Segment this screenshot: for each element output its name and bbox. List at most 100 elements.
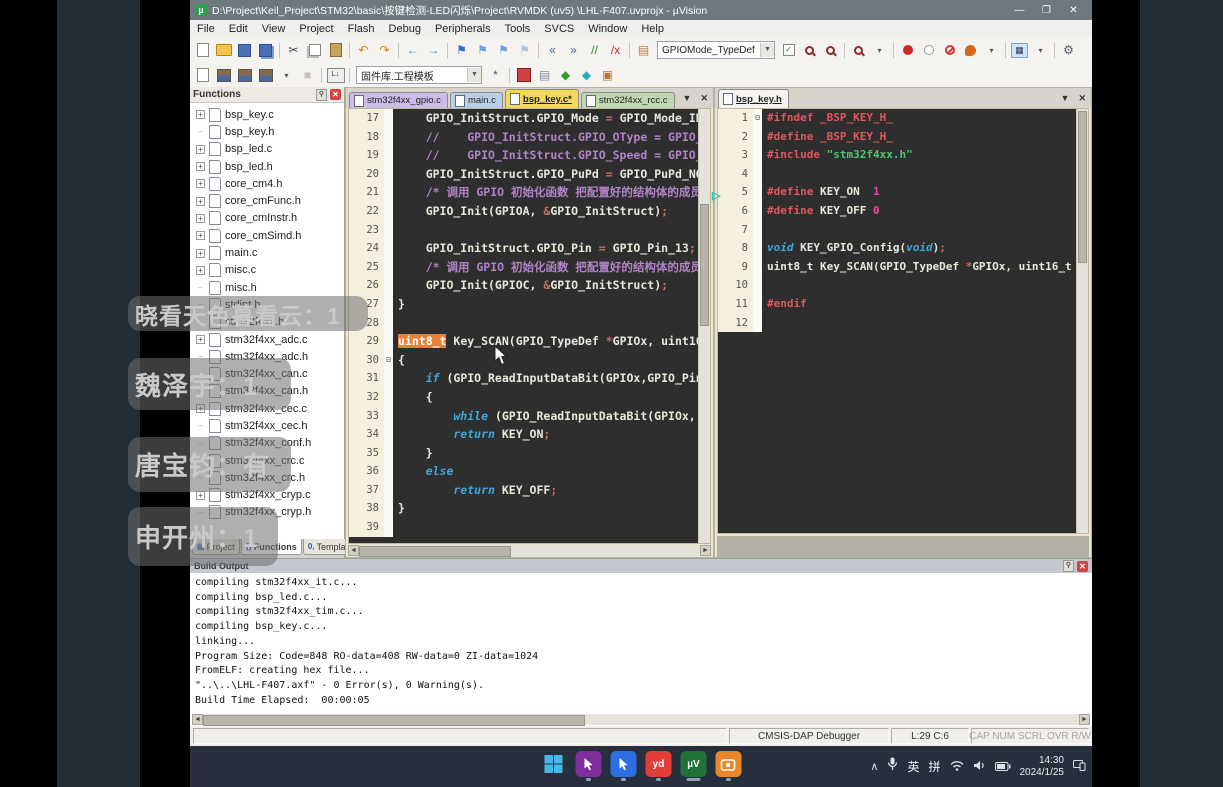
copy-icon[interactable] [305, 42, 324, 59]
breakpoint-kill-icon[interactable] [961, 42, 980, 59]
caret-icon[interactable]: ▾ [1031, 42, 1050, 59]
menu-item-window[interactable]: Window [581, 23, 634, 35]
center-code-editor[interactable]: 17 GPIO_InitStruct.GPIO_Mode = GPIO_Mode… [348, 108, 711, 544]
window-layout-icon[interactable]: ▦ [1010, 42, 1029, 59]
menu-item-debug[interactable]: Debug [382, 23, 428, 35]
close-panel-icon[interactable]: ✕ [1077, 561, 1088, 572]
scroll-left-icon[interactable]: ◄ [192, 714, 203, 725]
combo-arrow-icon[interactable]: ▼ [467, 68, 481, 82]
tree-item-core-cmFunc-h[interactable]: +core_cmFunc.h [190, 192, 344, 209]
rte-manage-icon[interactable] [514, 67, 533, 84]
title-bar[interactable]: µ D:\Project\Keil_Project\STM32\basic\按键… [190, 0, 1092, 20]
indent-left-icon[interactable]: « [543, 42, 562, 59]
editor-tab-stm32f4xx-rcc-c[interactable]: stm32f4xx_rcc.c [581, 92, 675, 108]
rte-copy-icon[interactable]: ▤ [535, 67, 554, 84]
taskbar-app-pointer-blue-icon[interactable] [611, 751, 637, 777]
scroll-right-icon[interactable]: ► [700, 545, 711, 556]
tree-item-core-cmSimd-h[interactable]: +core_cmSimd.h [190, 227, 344, 244]
menu-item-svcs[interactable]: SVCS [537, 23, 581, 35]
flag-next-icon[interactable]: ⚑ [494, 42, 513, 59]
taskbar-app-pointer-purple-icon[interactable] [576, 751, 602, 777]
tree-item-core-cmInstr-h[interactable]: +core_cmInstr.h [190, 210, 344, 227]
diamond-green-icon[interactable]: ◆ [556, 67, 575, 84]
find-in-files-icon[interactable] [800, 42, 819, 59]
translate-icon[interactable] [193, 67, 212, 84]
editor-tab-main-c[interactable]: main.c [450, 92, 503, 108]
stop-icon[interactable]: ■ [298, 67, 317, 84]
tab-menu-icon[interactable]: ▼ [683, 93, 692, 104]
uncomment-icon[interactable]: /x [606, 42, 625, 59]
battery-icon[interactable] [995, 758, 1011, 776]
menu-item-edit[interactable]: Edit [222, 23, 255, 35]
target-wand-icon[interactable]: * [486, 67, 505, 84]
taskbar-clock[interactable]: 14:302024/1/25 [1020, 755, 1065, 779]
speaker-icon[interactable] [973, 758, 986, 776]
restore-button[interactable]: ❐ [1033, 5, 1060, 16]
flag-toggle-icon[interactable]: ⚑ [452, 42, 471, 59]
editor-tab-bsp-key-h[interactable]: bsp_key.h [718, 89, 789, 108]
ime-pinyin-indicator[interactable]: 拼 [928, 758, 940, 775]
tree-item-bsp-led-h[interactable]: +bsp_led.h [190, 158, 344, 175]
chevron-up-icon[interactable]: ∧ [870, 760, 878, 773]
build-output-scrollbar[interactable]: ◄ ► [192, 714, 1090, 725]
right-vertical-scrollbar[interactable] [1076, 109, 1088, 533]
pack-installer-icon[interactable]: ▣ [598, 67, 617, 84]
combo-arrow-icon[interactable]: ▼ [760, 43, 774, 57]
breakpoint-empty-icon[interactable] [919, 42, 938, 59]
taskbar-app-start-icon[interactable] [541, 751, 567, 777]
spell-check-icon[interactable]: ✓ [779, 42, 798, 59]
wifi-icon[interactable] [950, 758, 964, 776]
target-combo[interactable]: 固件库.工程模板 ▼ [356, 66, 482, 84]
rebuild-icon[interactable] [235, 67, 254, 84]
new-icon[interactable] [193, 42, 212, 59]
symbol-combo[interactable]: GPIOMode_TypeDef ▼ [657, 41, 775, 59]
taskbar-app-keil-icon[interactable]: µV [681, 751, 707, 777]
redo-icon[interactable]: ↷ [375, 42, 394, 59]
pin-icon[interactable]: ⚲ [1063, 560, 1074, 572]
tree-item-stm32f4xx-adc-c[interactable]: +stm32f4xx_adc.c [190, 331, 344, 348]
right-code-editor[interactable]: 1⊟#ifndef _BSP_KEY_H_2#define _BSP_KEY_H… [717, 108, 1089, 534]
load-flash-icon[interactable]: L↓ [326, 67, 345, 84]
menu-item-tools[interactable]: Tools [498, 23, 538, 35]
caret-icon[interactable]: ▾ [870, 42, 889, 59]
scroll-right-icon[interactable]: ► [1079, 714, 1090, 725]
editor-tab-stm32f4xx-gpio-c[interactable]: stm32f4xx_gpio.c [349, 92, 448, 108]
tab-close-icon[interactable]: ✕ [1078, 93, 1086, 104]
tree-item-bsp-key-c[interactable]: +bsp_key.c [190, 106, 344, 123]
forward-icon[interactable]: → [424, 42, 443, 59]
center-vertical-scrollbar[interactable] [698, 109, 710, 543]
center-horizontal-scrollbar[interactable]: ◄ ► [348, 545, 711, 556]
symbol-book-icon[interactable]: ▤ [634, 42, 653, 59]
find-magnifier-icon[interactable] [849, 42, 868, 59]
batch-build-icon[interactable] [256, 67, 275, 84]
comment-icon[interactable]: // [585, 42, 604, 59]
menu-item-peripherals[interactable]: Peripherals [428, 23, 498, 35]
tree-item-bsp-key-h[interactable]: –bsp_key.h [190, 123, 344, 140]
menu-item-file[interactable]: File [190, 23, 222, 35]
save-icon[interactable] [235, 42, 254, 59]
close-button[interactable]: ✕ [1060, 5, 1087, 16]
undo-icon[interactable]: ↶ [354, 42, 373, 59]
close-panel-icon[interactable]: ✕ [330, 89, 341, 100]
tree-item-main-c[interactable]: +main.c [190, 244, 344, 261]
breakpoint-disable-icon[interactable] [940, 42, 959, 59]
tree-item-stm32f4xx-cec-h[interactable]: –stm32f4xx_cec.h [190, 417, 344, 434]
indent-right-icon[interactable]: » [564, 42, 583, 59]
ime-language-indicator[interactable]: 英 [907, 758, 919, 775]
caret-icon[interactable]: ▾ [277, 67, 296, 84]
tree-item-core-cm4-h[interactable]: +core_cm4.h [190, 175, 344, 192]
tree-item-bsp-led-c[interactable]: +bsp_led.c [190, 141, 344, 158]
breakpoint-set-icon[interactable] [898, 42, 917, 59]
tree-item-misc-c[interactable]: +misc.c [190, 262, 344, 279]
tab-menu-icon[interactable]: ▼ [1061, 93, 1070, 104]
cut-icon[interactable]: ✂ [284, 42, 303, 59]
diamond-teal-icon[interactable]: ◆ [577, 67, 596, 84]
back-icon[interactable]: ← [403, 42, 422, 59]
taskbar-app-youdao-icon[interactable]: yd [646, 751, 672, 777]
menu-item-project[interactable]: Project [292, 23, 340, 35]
paste-icon[interactable] [326, 42, 345, 59]
configure-wrench-icon[interactable]: ⚙ [1059, 42, 1078, 59]
taskbar-app-recorder-icon[interactable] [716, 751, 742, 777]
caret-icon[interactable]: ▾ [982, 42, 1001, 59]
menu-item-flash[interactable]: Flash [341, 23, 382, 35]
